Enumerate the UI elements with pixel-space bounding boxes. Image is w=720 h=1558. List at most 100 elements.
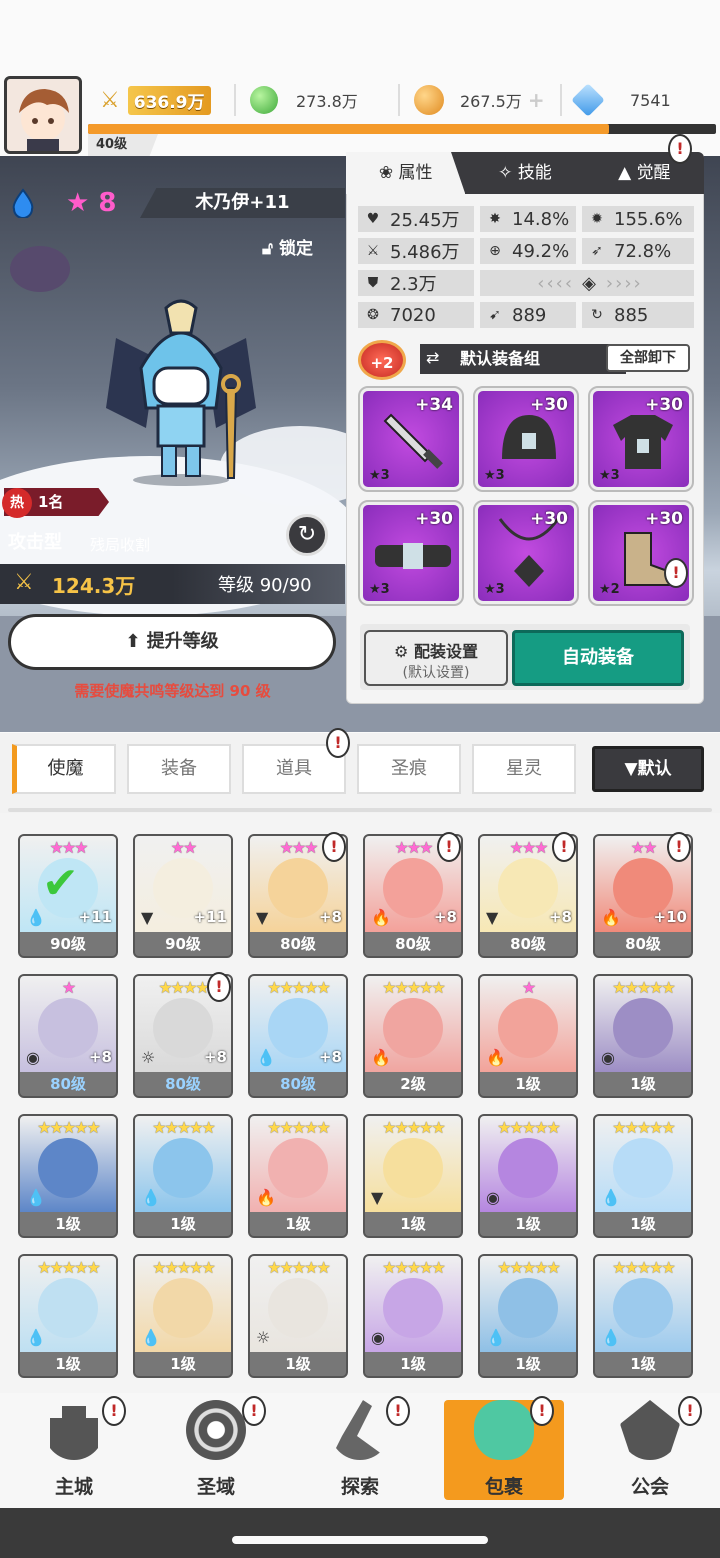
familiar-card[interactable]: ★ ◉ +8 80级: [18, 974, 118, 1098]
power-value: 636.9万: [127, 85, 211, 115]
familiar-card[interactable]: ★★★★★ 💧 +8 80级: [248, 974, 348, 1098]
sword-icon: [383, 413, 443, 469]
blue-diamond-resource[interactable]: 7541: [571, 82, 671, 118]
sort-dropdown[interactable]: ▼默认: [592, 746, 704, 792]
green-gem-resource[interactable]: 273.8万: [250, 82, 358, 118]
locked-skill-icon[interactable]: [10, 246, 70, 292]
skills-icon: ✧: [498, 163, 513, 183]
familiar-card[interactable]: ★★★★★ 💧 1级: [593, 1254, 693, 1378]
crosshair-icon: ⊕: [489, 243, 501, 259]
familiar-card[interactable]: ★★★★★ 💧 1级: [18, 1114, 118, 1238]
tab-stigmata[interactable]: 圣痕: [357, 744, 461, 794]
familiar-card[interactable]: ★★★★★ 💧 1级: [133, 1254, 233, 1378]
element-icon: ◉: [601, 1048, 615, 1067]
stat-value: 7020: [390, 304, 436, 326]
slot-stars: ★3: [369, 468, 390, 483]
familiar-card[interactable]: ★★★★★ ◉ 1级: [593, 974, 693, 1098]
gold-coin-resource[interactable]: 267.5万 +: [414, 82, 545, 118]
alert-diamond-icon: ◈: [582, 272, 598, 294]
familiar-card[interactable]: ★★★★★ ◉ 1级: [478, 1114, 578, 1238]
equip-slot-necklace[interactable]: +30 ★3: [473, 500, 579, 606]
familiar-face-icon: [153, 1278, 213, 1338]
element-icon: 💧: [486, 1328, 506, 1347]
familiar-card[interactable]: ★★★★★ 💧 1级: [593, 1114, 693, 1238]
stat-crit: ✸ 14.8%: [480, 206, 576, 232]
star-rating: ★★★★★: [382, 1258, 446, 1277]
element-icon: ☼: [256, 1328, 271, 1347]
star-rating: ★: [61, 978, 76, 997]
familiar-card[interactable]: ★ 🔥 1级: [478, 974, 578, 1098]
tab-attributes[interactable]: ❀ 属性: [346, 152, 466, 194]
tab-star-spirit[interactable]: 星灵: [472, 744, 576, 794]
familiar-card[interactable]: ★★★★★ ▼ 1级: [363, 1114, 463, 1238]
equip-slot-weapon[interactable]: +34 ★3: [358, 386, 464, 492]
set-bonus-badge[interactable]: +2: [358, 340, 406, 380]
home-indicator[interactable]: [232, 1536, 488, 1544]
xp-fill: [88, 124, 610, 134]
star-rating: ★★★★★: [37, 1118, 101, 1137]
familiar-card[interactable]: ★★★★★ 💧 1级: [478, 1254, 578, 1378]
star-rating: ★★★★★: [37, 1258, 101, 1277]
nav-label: 圣域: [196, 1476, 235, 1498]
add-icon[interactable]: +: [528, 88, 545, 112]
stat-value: 14.8%: [512, 208, 570, 230]
equip-slot-armor[interactable]: +30 ★3: [588, 386, 694, 492]
star-rating: ★★★: [49, 838, 88, 857]
enhance-level: +8: [88, 1048, 112, 1066]
slot-plus: +30: [645, 509, 683, 529]
equip-slot-helmet[interactable]: +30 ★3: [473, 386, 579, 492]
tab-familiars[interactable]: 使魔: [12, 744, 116, 794]
slot-plus: +30: [415, 509, 453, 529]
chevrons-left-icon: ‹‹‹‹: [537, 272, 575, 294]
tab-equipment[interactable]: 装备: [127, 744, 231, 794]
selected-check-icon: ✔: [42, 858, 79, 909]
stat-value: 2.3万: [390, 274, 437, 295]
upgrade-level-button[interactable]: ⬆ 提升等级: [8, 614, 336, 670]
wing-icon: ➶: [591, 243, 603, 259]
familiar-level: 80级: [135, 1072, 231, 1096]
familiar-card[interactable]: ★★★★★ 💧 1级: [133, 1114, 233, 1238]
equip-slot-boots[interactable]: +30 ★2: [588, 500, 694, 606]
familiar-face-icon: [383, 1278, 443, 1338]
familiar-face-icon: [38, 1278, 98, 1338]
nav-label: 主城: [54, 1476, 93, 1498]
element-icon: ▼: [141, 908, 154, 927]
rotate-view-icon[interactable]: ↻: [286, 514, 328, 556]
blue-diamond-icon: [571, 83, 605, 117]
equipment-set-selector[interactable]: 默认装备组: [420, 344, 626, 374]
familiar-level: 1级: [20, 1212, 116, 1236]
element-icon: ◉: [26, 1048, 40, 1067]
familiar-card[interactable]: ★★★★★ ◉ 1级: [363, 1254, 463, 1378]
slot-plus: +30: [530, 395, 568, 415]
config-settings-button[interactable]: ⚙ 配装设置 (默认设置): [364, 630, 508, 686]
element-icon: 💧: [26, 1328, 46, 1347]
familiar-card[interactable]: ★★★★★ ☼ 1级: [248, 1254, 348, 1378]
stat-locked: ‹‹‹‹ ◈ ››››: [480, 270, 694, 296]
familiar-level: 1级: [20, 1352, 116, 1376]
star-rating: ★★: [170, 838, 198, 857]
familiar-level: 1级: [135, 1212, 231, 1236]
hero-power: 124.3万: [52, 574, 136, 598]
familiar-card[interactable]: ★★★★★ 🔥 2级: [363, 974, 463, 1098]
familiar-level: 1级: [595, 1212, 691, 1236]
bag-icon: [474, 1400, 534, 1460]
familiar-face-icon: [613, 1278, 673, 1338]
alert-icon: !: [242, 1396, 266, 1426]
familiar-card[interactable]: ★★★★★ 💧 1级: [18, 1254, 118, 1378]
familiar-card[interactable]: ★★★★★ 🔥 1级: [248, 1114, 348, 1238]
unequip-all-button[interactable]: 全部卸下: [606, 344, 690, 372]
familiar-card[interactable]: ★★ ▼ +11 90级: [133, 834, 233, 958]
green-gem-value: 273.8万: [296, 92, 358, 111]
star-rating: ★★★★★: [497, 1258, 561, 1277]
guild-helmet-icon: [620, 1400, 680, 1460]
lock-button[interactable]: 🔓︎ 锁定: [262, 234, 313, 259]
familiar-level: 90级: [20, 932, 116, 956]
heart-icon: ♥: [366, 211, 380, 227]
tab-skills[interactable]: ✧ 技能: [465, 152, 584, 194]
equip-slot-belt[interactable]: +30 ★3: [358, 500, 464, 606]
player-avatar[interactable]: [4, 76, 82, 154]
auto-equip-button[interactable]: 自动装备: [512, 630, 684, 686]
star-rating: ★★★★★: [497, 1118, 561, 1137]
enhance-level: +11: [193, 908, 227, 926]
stat-hp: ♥ 25.45万: [358, 206, 474, 232]
